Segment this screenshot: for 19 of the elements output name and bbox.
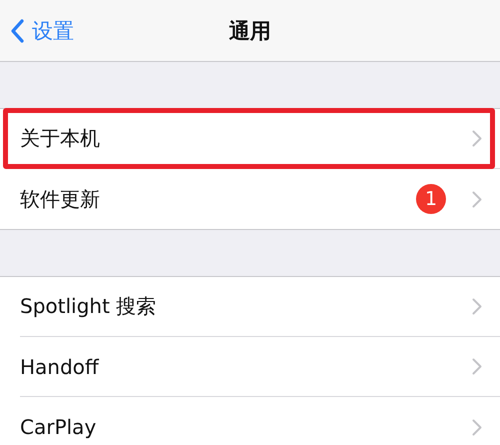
page-title: 通用 — [229, 18, 271, 44]
chevron-right-icon — [472, 418, 482, 436]
settings-row[interactable]: CarPlay — [0, 397, 500, 445]
chevron-right-icon — [472, 298, 482, 315]
row-label: 软件更新 — [20, 186, 101, 212]
row-label: CarPlay — [20, 415, 98, 439]
settings-row[interactable]: 软件更新 1 — [0, 169, 500, 229]
row-label: Spotlight 搜索 — [20, 293, 158, 320]
settings-row[interactable]: Spotlight 搜索 — [0, 277, 500, 337]
back-chevron-icon — [10, 19, 24, 43]
row-label: 关于本机 — [20, 125, 101, 152]
back-button[interactable]: 设置 — [10, 17, 74, 45]
notification-badge: 1 — [416, 184, 446, 214]
chevron-right-icon — [472, 358, 482, 375]
chevron-right-icon — [472, 190, 482, 208]
row-label: Handoff — [20, 354, 100, 378]
settings-row[interactable]: 关于本机 — [0, 109, 500, 169]
settings-row[interactable]: Handoff — [0, 337, 500, 397]
chevron-right-icon — [472, 130, 482, 147]
